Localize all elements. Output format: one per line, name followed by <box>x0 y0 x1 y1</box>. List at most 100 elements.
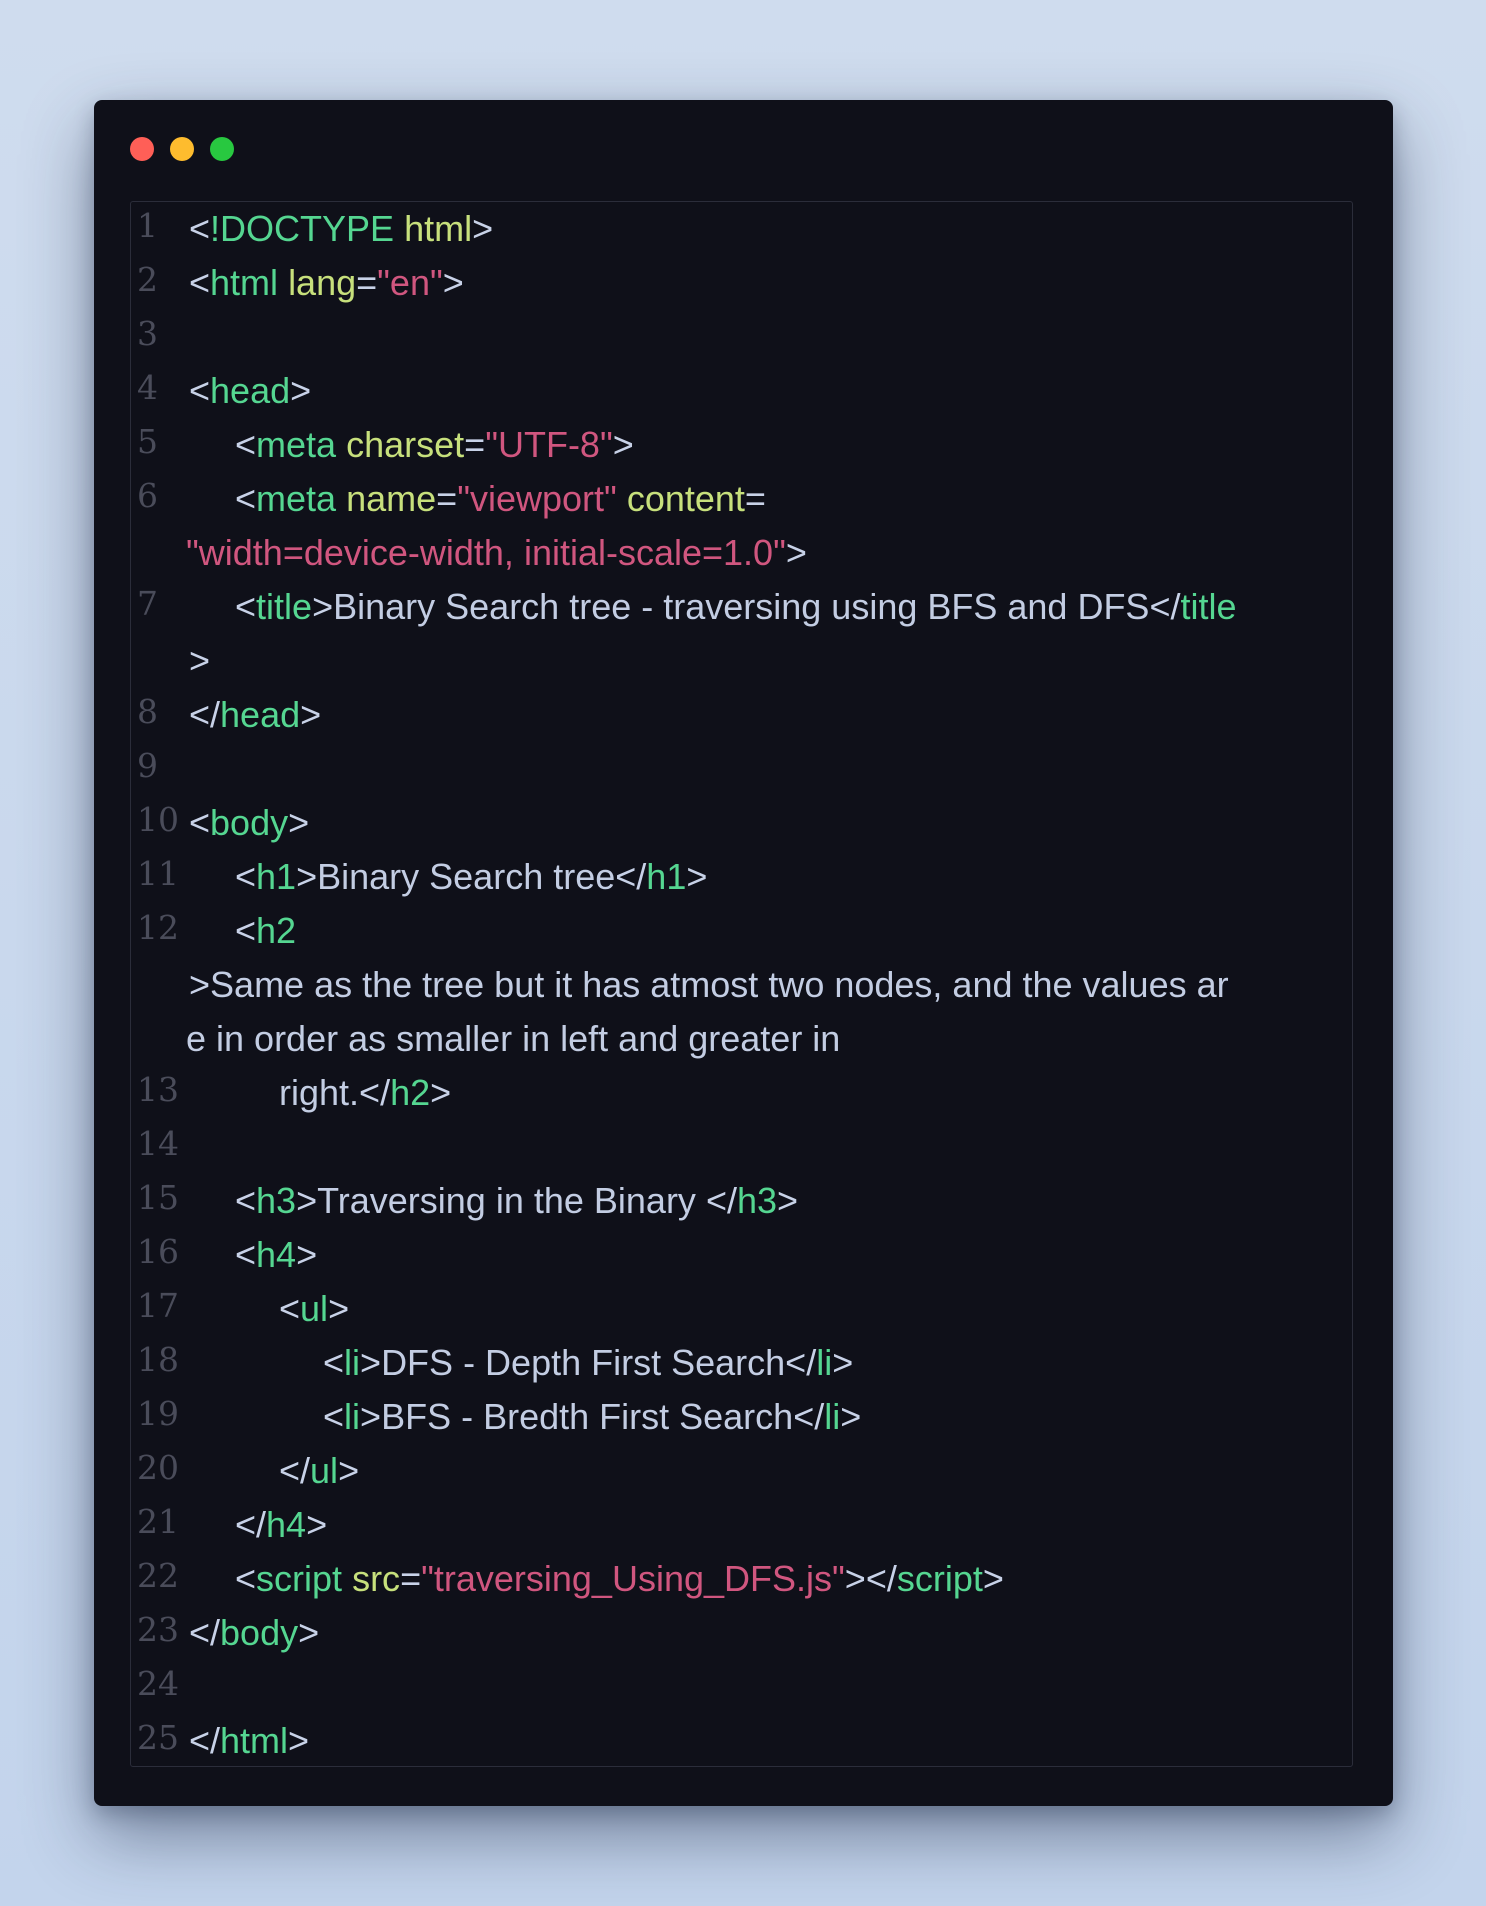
text-content: BFS - Bredth First Search <box>381 1396 794 1437</box>
punct: < <box>235 1234 257 1275</box>
code-text: <title > Binary Search tree - traversing u… <box>189 580 1339 688</box>
tag-name: body <box>210 802 289 843</box>
tag-name: li <box>344 1342 361 1383</box>
line-number: 1 <box>137 206 158 245</box>
punct: > <box>982 1558 1004 1599</box>
attr-value: "viewport" <box>457 478 617 519</box>
punct: > <box>840 1396 862 1437</box>
code-text: <script src="traversing_Using_DFS.js"></… <box>189 1552 1352 1606</box>
tag-name: ul <box>300 1288 329 1329</box>
code-line: 11 <h1>Binary Search tree</h1> <box>131 850 1352 904</box>
code-line: 8 </head> <box>131 688 1352 742</box>
line-number: 3 <box>137 314 158 353</box>
code-text: </head> <box>189 688 1339 742</box>
tag-name: h4 <box>266 1504 307 1545</box>
line-number: 8 <box>137 692 158 731</box>
line-number: 21 <box>137 1502 179 1541</box>
line-number: 9 <box>137 746 158 785</box>
text-content: e in order as smaller in left and greate… <box>186 1018 841 1059</box>
punct: </ <box>793 1396 825 1437</box>
punct: < <box>235 910 257 951</box>
code-text: <li>BFS - Bredth First Search</li> <box>189 1390 1352 1444</box>
attr-value: "traversing_Using_DFS.js" <box>421 1558 845 1599</box>
attr-name: src <box>352 1558 401 1599</box>
code-text: </html> <box>189 1714 1339 1766</box>
line-number: 17 <box>137 1286 179 1325</box>
code-text: </ul> <box>189 1444 1352 1498</box>
tag-name: h3 <box>736 1180 778 1221</box>
code-line: 16 <h4> <box>131 1228 1352 1282</box>
punct: < <box>235 586 257 627</box>
line-number: 4 <box>137 368 158 407</box>
punct: < <box>189 802 211 843</box>
line-number: 10 <box>137 800 179 839</box>
punct: > <box>612 424 634 465</box>
line-number: 25 <box>137 1718 179 1757</box>
line-number: 24 <box>137 1664 179 1703</box>
code-line: 1 <!DOCTYPE html> <box>131 202 1352 256</box>
punct: </ <box>1149 586 1181 627</box>
line-number: 12 <box>137 908 179 947</box>
punct: > <box>189 964 211 1005</box>
punct: < <box>235 856 257 897</box>
tag-name: h2 <box>256 910 297 951</box>
doctype-value: html <box>404 208 473 249</box>
punct: < <box>189 262 211 303</box>
code-text: <meta name="viewport" content= "width=dev… <box>186 472 1339 580</box>
minimize-button[interactable] <box>170 137 194 161</box>
punct: > <box>777 1180 799 1221</box>
punct: < <box>323 1342 345 1383</box>
code-line: 9 <box>131 742 1352 796</box>
punct: </ <box>189 694 221 735</box>
tag-name: script <box>896 1558 983 1599</box>
line-number: 2 <box>137 260 158 299</box>
code-text: <body> <box>189 796 1339 850</box>
maximize-button[interactable] <box>210 137 234 161</box>
code-line: 19 <li>BFS - Bredth First Search</li> <box>131 1390 1352 1444</box>
punct: </ <box>189 1612 221 1653</box>
code-line: 20 </ul> <box>131 1444 1352 1498</box>
code-text: <h1>Binary Search tree</h1> <box>189 850 1352 904</box>
text-content: Binary Search tree - traversing using BF… <box>333 586 1150 627</box>
punct: </ <box>359 1072 391 1113</box>
punct: = <box>464 424 486 465</box>
line-number: 20 <box>137 1448 179 1487</box>
text-content: Traversing in the Binary <box>317 1180 706 1221</box>
punct: > <box>189 640 211 681</box>
punct: > <box>472 208 494 249</box>
text-content: DFS - Depth First Search <box>381 1342 786 1383</box>
tag-name: head <box>210 370 291 411</box>
tag-name: title <box>256 586 313 627</box>
code-text: </body> <box>189 1606 1339 1660</box>
code-window: 1 <!DOCTYPE html> 2 <html lang="en"> 3 4… <box>94 100 1393 1806</box>
punct: > <box>300 694 322 735</box>
tag-name: h4 <box>256 1234 297 1275</box>
punct: < <box>235 478 257 519</box>
tag-name: meta <box>256 478 337 519</box>
code-text: <h3>Traversing in the Binary </h3> <box>189 1174 1352 1228</box>
code-text: <li>DFS - Depth First Search</li> <box>189 1336 1352 1390</box>
close-button[interactable] <box>130 137 154 161</box>
window-controls <box>130 137 234 161</box>
punct: > <box>290 370 312 411</box>
code-line: 15 <h3>Traversing in the Binary </h3> <box>131 1174 1352 1228</box>
punct: </ <box>615 856 647 897</box>
code-line: 25 </html> <box>131 1714 1352 1766</box>
line-number: 7 <box>137 584 158 623</box>
punct: > <box>360 1396 382 1437</box>
code-line: 3 <box>131 310 1352 364</box>
line-number: 22 <box>137 1556 179 1595</box>
code-text: <h2 >Same as the tree but it has atmost t… <box>186 904 1339 1066</box>
punct: </ <box>235 1504 267 1545</box>
code-line: 13 right.</h2> <box>131 1066 1352 1120</box>
punct: < <box>235 1558 257 1599</box>
line-number: 5 <box>137 422 158 461</box>
code-editor[interactable]: 1 <!DOCTYPE html> 2 <html lang="en"> 3 4… <box>130 201 1353 1767</box>
code-line: 17 <ul> <box>131 1282 1352 1336</box>
punct: > <box>288 1720 310 1761</box>
punct: < <box>235 1180 257 1221</box>
code-line: 4 <head> <box>131 364 1352 418</box>
text-content: Same as the tree but it has atmost two n… <box>210 964 1229 1005</box>
punct: > <box>785 532 807 573</box>
punct: > <box>832 1342 854 1383</box>
